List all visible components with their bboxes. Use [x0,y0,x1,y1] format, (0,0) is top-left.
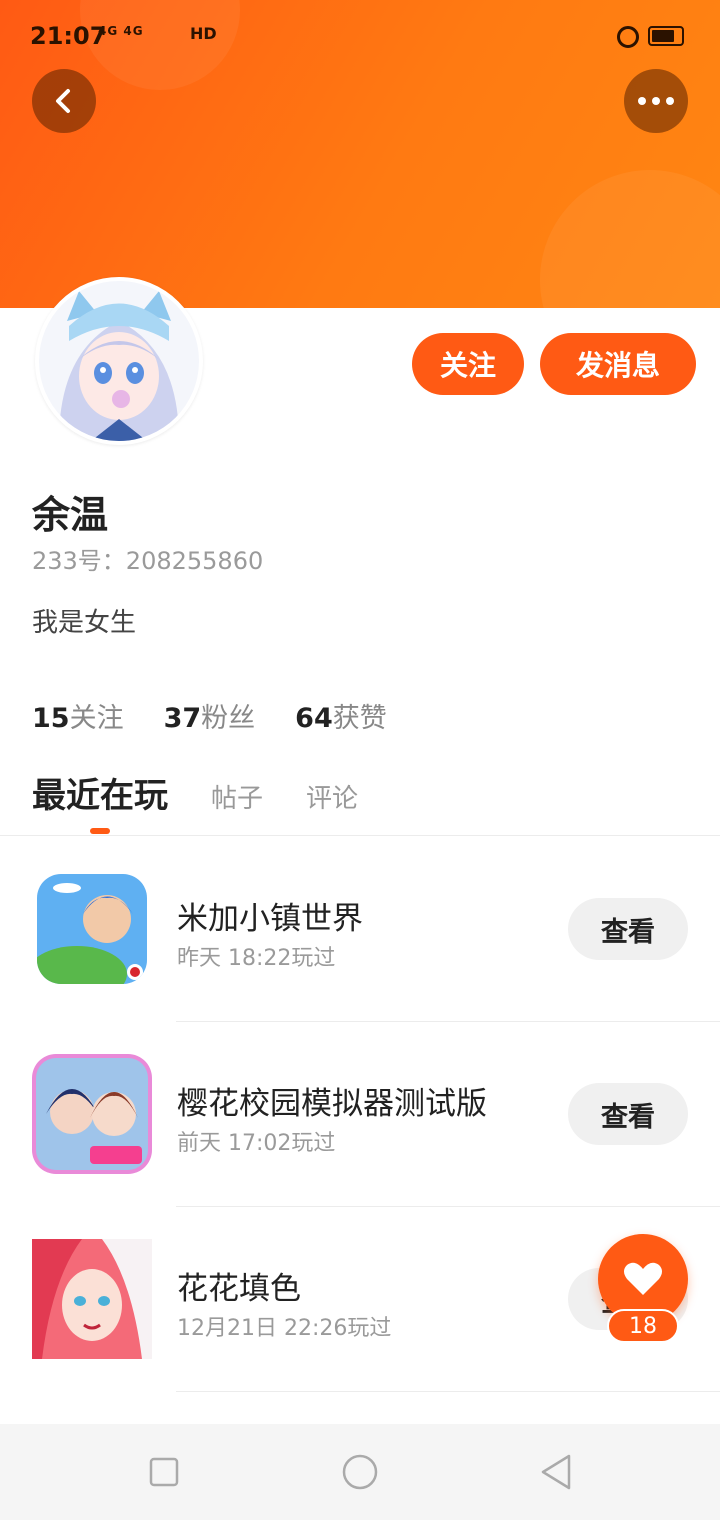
square-icon [149,1457,179,1487]
battery-icon [648,26,684,46]
send-message-button[interactable]: 发消息 [540,333,696,395]
tab-comments[interactable]: 评论 [306,778,358,815]
view-button[interactable]: 查看 [568,1083,688,1145]
heart-icon [624,1262,662,1295]
status-time: 21:07 [30,22,107,50]
like-count-badge: 18 [607,1309,679,1343]
profile-stats: 15关注 37粉丝 64获赞 [32,696,427,735]
more-button[interactable] [624,69,688,133]
chevron-left-icon [56,89,70,113]
hd-icon: HD [190,24,217,43]
game-played-time: 昨天 18:22玩过 [177,946,336,971]
game-played-time: 前天 17:02玩过 [177,1131,336,1156]
system-nav-bar [0,1424,720,1520]
stat-followers[interactable]: 37粉丝 [164,696,256,735]
back-button[interactable] [32,69,96,133]
user-id: 233号：208255860 [32,547,264,575]
follow-button[interactable]: 关注 [412,333,524,395]
tab-posts[interactable]: 帖子 [211,778,263,815]
triangle-back-icon [541,1454,571,1490]
tab-recently-played[interactable]: 最近在玩 [32,768,168,817]
divider [176,1391,720,1392]
status-bar: 21:07 4G 4G HD [0,0,720,70]
game-played-time: 12月21日 22:26玩过 [177,1316,392,1341]
nav-back-button[interactable] [536,1452,576,1492]
alarm-icon [617,26,639,48]
stat-following[interactable]: 15关注 [32,696,124,735]
list-item[interactable]: 米加小镇世界 昨天 18:22玩过 查看 [0,837,720,1022]
game-icon [32,1239,152,1359]
game-name: 樱花校园模拟器测试版 [177,1086,487,1122]
username: 余温 [32,493,109,537]
list-item[interactable]: 樱花校园模拟器测试版 前天 17:02玩过 查看 [0,1022,720,1207]
view-button[interactable]: 查看 [568,898,688,960]
stat-likes[interactable]: 64获赞 [295,696,387,735]
game-name: 米加小镇世界 [177,901,363,937]
recent-apps-button[interactable] [144,1452,184,1492]
signal-icon: 4G 4G [98,24,144,38]
game-icon [32,1054,152,1174]
avatar-image [39,281,199,441]
game-icon [37,874,147,984]
active-tab-indicator [90,828,110,834]
profile-tabs: 最近在玩 帖子 评论 [0,768,720,836]
more-dots-icon [638,97,674,105]
home-button[interactable] [340,1452,380,1492]
user-bio: 我是女生 [32,608,137,638]
avatar[interactable] [35,277,203,445]
circle-icon [342,1454,378,1490]
game-name: 花花填色 [177,1271,301,1307]
